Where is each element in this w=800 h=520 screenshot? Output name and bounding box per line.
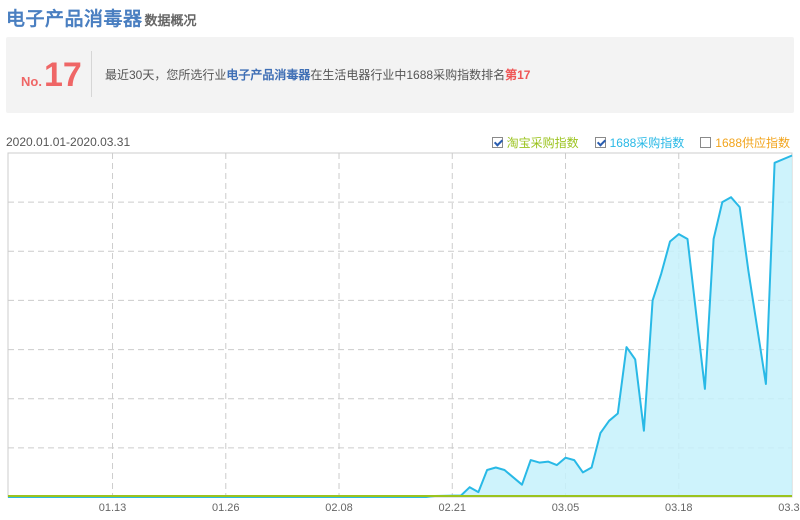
x-tick-label: 03.31	[778, 502, 800, 514]
page-subtitle: 数据概况	[144, 13, 197, 28]
taobao-checkbox[interactable]	[491, 137, 503, 148]
rank-summary-panel: No. 17 最近30天，您所选行业电子产品消毒器在生活电器行业中1688采购指…	[6, 37, 794, 113]
page-title: 电子产品消毒器	[6, 9, 143, 30]
index-chart: 01.13 01.26 02.08 02.21 03.05 03.18 03.31	[7, 152, 800, 514]
legend-label-1688-purchase: 1688采购指数	[609, 136, 685, 150]
page-title-row: 电子产品消毒器 数据概况	[6, 4, 197, 30]
x-tick-label: 02.21	[439, 502, 467, 514]
rank-position: 第17	[505, 68, 531, 82]
legend-label-1688-supply: 1688供应指数	[715, 136, 790, 150]
series-1688-purchase-area	[8, 155, 792, 497]
chart-legend: 淘宝采购指数 1688采购指数 1688供应指数	[491, 134, 790, 151]
chart-series	[8, 154, 793, 498]
legend-label-taobao: 淘宝采购指数	[506, 136, 579, 150]
rank-badge: No. 17	[21, 55, 82, 95]
legend-item-1688-purchase[interactable]: 1688采购指数	[594, 134, 685, 151]
x-tick-label: 01.26	[212, 502, 240, 514]
date-range: 2020.01.01-2020.03.31	[6, 135, 131, 149]
x-tick-label: 01.13	[99, 502, 127, 514]
rank-description: 最近30天，您所选行业电子产品消毒器在生活电器行业中1688采购指数排名第17	[105, 66, 530, 83]
legend-item-1688-supply[interactable]: 1688供应指数	[700, 134, 790, 151]
legend-item-taobao[interactable]: 淘宝采购指数	[491, 134, 579, 151]
x-tick-label: 03.18	[665, 502, 693, 514]
x-tick-label: 02.08	[325, 502, 353, 514]
purchase-1688-checkbox[interactable]	[594, 137, 606, 148]
x-tick-label: 03.05	[552, 502, 580, 514]
rank-number: 17	[43, 56, 82, 94]
rank-text-middle: 在生活电器行业中1688采购指数排名	[310, 68, 506, 82]
rank-text-before: 最近30天，您所选行业	[105, 68, 227, 82]
x-axis-ticks: 01.13 01.26 02.08 02.21 03.05 03.18 03.31	[99, 502, 800, 514]
supply-1688-checkbox[interactable]	[700, 137, 712, 148]
rank-prefix: No.	[21, 74, 42, 89]
rank-divider	[91, 51, 92, 97]
rank-industry-link: 电子产品消毒器	[226, 68, 311, 82]
chart-area: 01.13 01.26 02.08 02.21 03.05 03.18 03.31	[0, 150, 800, 515]
